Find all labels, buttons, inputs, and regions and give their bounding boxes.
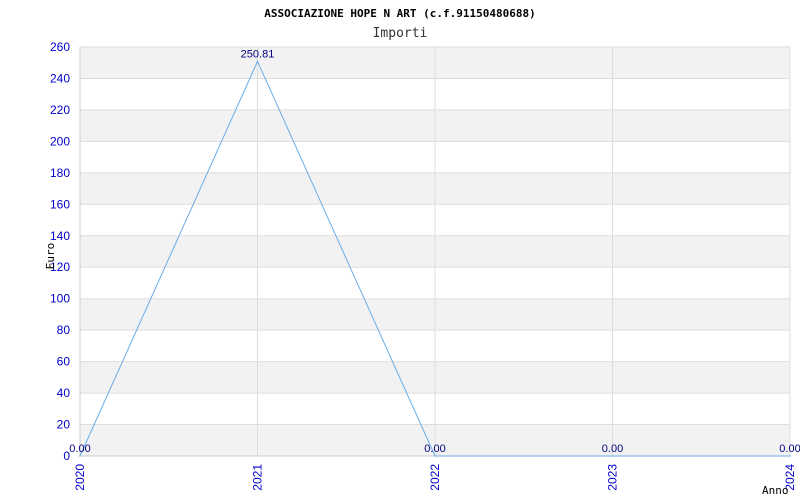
x-axis-label: Anno xyxy=(762,484,789,497)
y-tick-label: 140 xyxy=(50,229,70,243)
data-label: 0.00 xyxy=(69,443,90,455)
data-label: 250.81 xyxy=(241,48,275,60)
data-label: 0.00 xyxy=(779,443,800,455)
x-tick-label: 2021 xyxy=(251,464,265,491)
y-tick-label: 100 xyxy=(50,292,70,306)
y-tick-label: 20 xyxy=(57,418,71,432)
chart-subtitle: Importi xyxy=(373,26,428,41)
data-point xyxy=(256,60,259,63)
x-tick-label: 2022 xyxy=(428,464,442,491)
data-label: 0.00 xyxy=(602,443,623,455)
y-tick-label: 260 xyxy=(50,40,70,54)
x-tick-labels: 2020 2021 2022 2023 2024 xyxy=(73,464,797,491)
x-tick-label: 2020 xyxy=(73,464,87,491)
x-tick-label: 2023 xyxy=(606,464,620,491)
data-point xyxy=(789,455,791,457)
data-point xyxy=(434,455,436,457)
y-tick-label: 40 xyxy=(57,386,71,400)
y-tick-label: 0 xyxy=(63,449,70,463)
data-point xyxy=(611,455,614,457)
data-point xyxy=(79,455,81,457)
y-axis-label: Euro xyxy=(44,243,57,270)
y-tick-label: 60 xyxy=(57,355,71,369)
y-tick-label: 160 xyxy=(50,197,70,211)
y-tick-label: 240 xyxy=(50,71,70,85)
chart: 0.00250.810.00 0.00 0.00 02040608010012014… xyxy=(44,7,800,497)
y-tick-label: 80 xyxy=(57,323,71,337)
y-tick-label: 200 xyxy=(50,134,70,148)
chart-title: ASSOCIAZIONE HOPE N ART (c.f.91150480688… xyxy=(264,7,536,20)
y-tick-label: 220 xyxy=(50,103,70,117)
y-tick-label: 180 xyxy=(50,166,70,180)
data-label: 0.00 xyxy=(424,443,445,455)
